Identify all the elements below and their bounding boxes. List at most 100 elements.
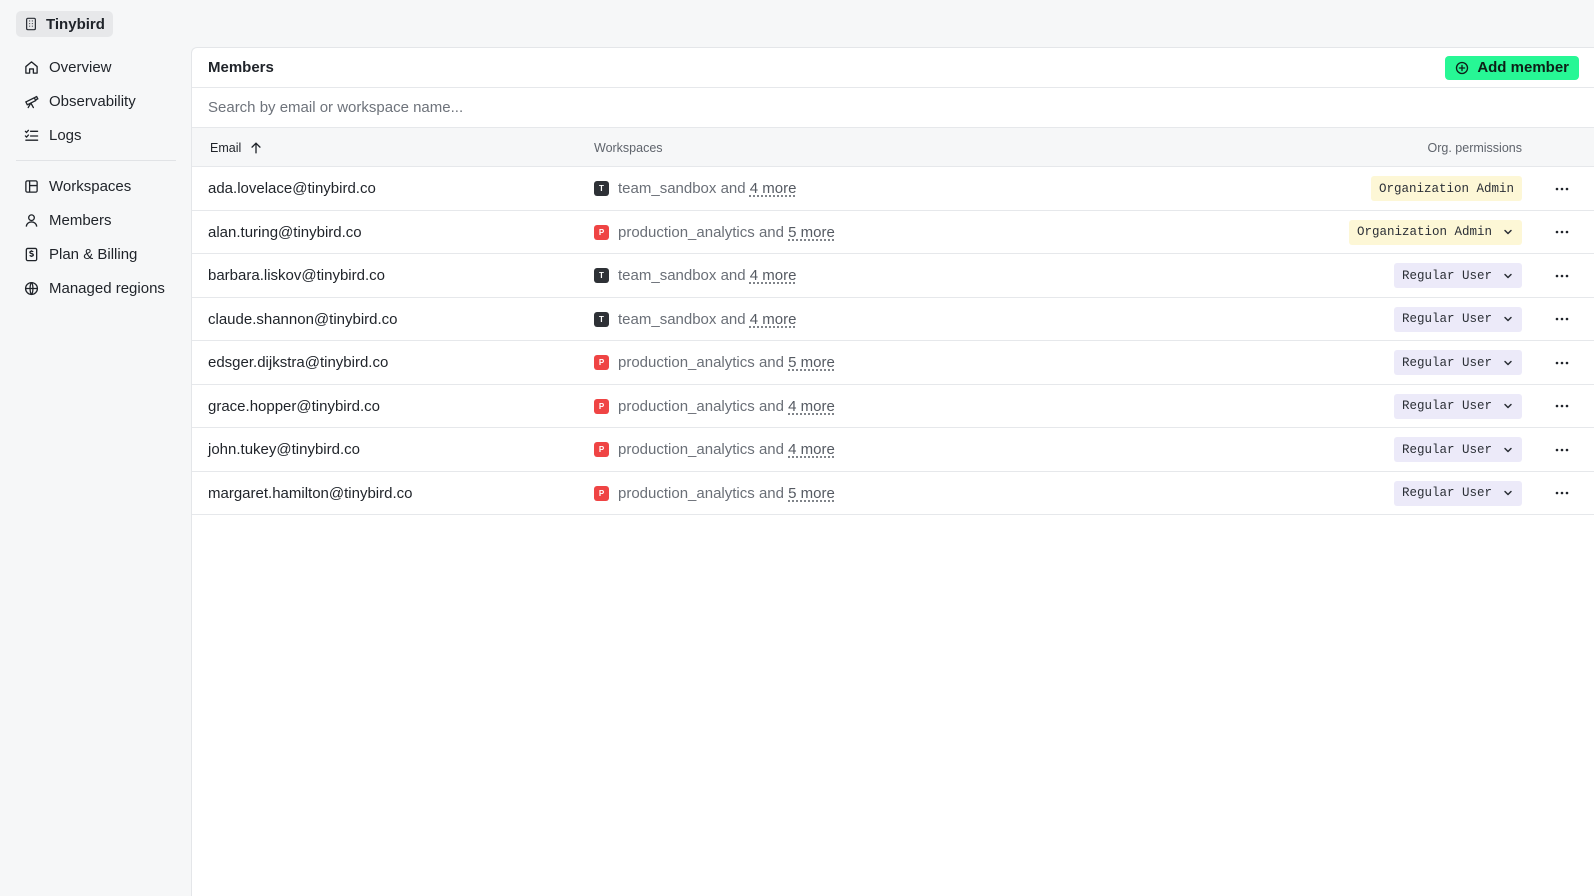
column-header-label: Workspaces bbox=[594, 140, 663, 155]
row-actions-button[interactable] bbox=[1550, 472, 1574, 515]
workspace-avatar: T bbox=[594, 268, 609, 283]
permission-select[interactable]: Regular User bbox=[1393, 306, 1522, 332]
workspace-name: production_analytics bbox=[618, 354, 755, 371]
member-permission-cell: Regular User bbox=[1393, 472, 1522, 515]
workspace-avatar: P bbox=[594, 224, 609, 240]
sidebar: Overview Observability Logs Workspaces M… bbox=[16, 51, 176, 306]
members-panel: Members Add member Email Workspaces Org.… bbox=[191, 47, 1594, 896]
workspace-conjunction: and bbox=[758, 441, 784, 458]
billing-icon bbox=[25, 247, 38, 261]
workspace-conjunction: and bbox=[720, 267, 746, 284]
building-icon bbox=[26, 17, 36, 31]
sidebar-item-label: Managed regions bbox=[49, 279, 165, 297]
workspace-conjunction: and bbox=[758, 354, 784, 371]
sidebar-item-logs[interactable]: Logs bbox=[16, 119, 176, 151]
more-horizontal-icon bbox=[1555, 187, 1569, 190]
permission-select[interactable]: Organization Admin bbox=[1348, 219, 1522, 245]
member-workspaces: P production_analytics and 5 more bbox=[594, 211, 835, 254]
permission-select[interactable]: Regular User bbox=[1393, 437, 1522, 462]
plus-circle-icon bbox=[1456, 61, 1469, 74]
workspace-conjunction: and bbox=[720, 180, 746, 197]
workspace-name: team_sandbox bbox=[618, 310, 717, 328]
workspace-avatar: P bbox=[594, 485, 609, 501]
workspace-more-link[interactable]: 4 more bbox=[750, 311, 797, 328]
table-header: Email Workspaces Org. permissions bbox=[192, 128, 1594, 167]
workspace-conjunction: and bbox=[758, 484, 784, 502]
chevron-down-icon bbox=[1504, 316, 1512, 322]
sidebar-item-label: Logs bbox=[49, 126, 82, 144]
member-workspaces: P production_analytics and 4 more bbox=[594, 428, 835, 471]
more-horizontal-icon bbox=[1555, 404, 1569, 408]
row-actions-button[interactable] bbox=[1550, 341, 1574, 384]
workspace-summary: production_analytics and 5 more bbox=[618, 224, 835, 241]
member-permission-cell: Regular User bbox=[1393, 428, 1522, 471]
workspace-summary: team_sandbox and 4 more bbox=[618, 311, 796, 328]
row-actions-button[interactable] bbox=[1550, 385, 1574, 428]
sidebar-item-label: Plan & Billing bbox=[49, 245, 138, 263]
row-actions-button[interactable] bbox=[1550, 211, 1574, 254]
workspace-more-link[interactable]: 4 more bbox=[788, 398, 835, 415]
workspace-more-link[interactable]: 4 more bbox=[788, 441, 835, 458]
workspace-more-link[interactable]: 4 more bbox=[750, 267, 797, 284]
sidebar-item-label: Members bbox=[49, 211, 112, 229]
home-icon bbox=[25, 60, 38, 74]
more-horizontal-icon bbox=[1555, 491, 1569, 495]
more-horizontal-icon bbox=[1555, 230, 1569, 234]
row-actions-button[interactable] bbox=[1550, 428, 1574, 471]
permission-select[interactable]: Regular User bbox=[1393, 263, 1522, 288]
permission-select: Organization Admin bbox=[1370, 176, 1522, 201]
row-actions-button[interactable] bbox=[1550, 167, 1574, 210]
workspace-name: production_analytics bbox=[618, 441, 755, 458]
sort-ascending-icon bbox=[251, 142, 261, 153]
add-member-button[interactable]: Add member bbox=[1445, 55, 1579, 80]
permission-select[interactable]: Regular User bbox=[1393, 480, 1522, 506]
table-row: edsger.dijkstra@tinybird.co P production… bbox=[192, 341, 1594, 385]
workspace-more-link[interactable]: 5 more bbox=[788, 354, 835, 371]
org-switcher[interactable]: Tinybird bbox=[16, 11, 113, 37]
sidebar-item-observability[interactable]: Observability bbox=[16, 85, 176, 117]
search-input[interactable] bbox=[208, 99, 1578, 116]
sidebar-item-members[interactable]: Members bbox=[16, 204, 176, 236]
add-member-label: Add member bbox=[1477, 59, 1569, 76]
permission-label: Regular User bbox=[1401, 486, 1492, 500]
row-actions-button[interactable] bbox=[1550, 254, 1574, 297]
permission-select[interactable]: Regular User bbox=[1393, 393, 1522, 419]
workspace-avatar: P bbox=[594, 398, 609, 414]
sidebar-item-plan-billing[interactable]: Plan & Billing bbox=[16, 238, 176, 270]
sidebar-item-workspaces[interactable]: Workspaces bbox=[16, 170, 176, 202]
sidebar-item-overview[interactable]: Overview bbox=[16, 51, 176, 83]
sidebar-item-managed-regions[interactable]: Managed regions bbox=[16, 272, 176, 304]
permission-label: Regular User bbox=[1401, 355, 1492, 370]
workspace-more-link[interactable]: 4 more bbox=[750, 180, 797, 197]
more-horizontal-icon bbox=[1555, 361, 1569, 364]
workspace-more-link[interactable]: 5 more bbox=[788, 485, 835, 502]
workspace-name: production_analytics bbox=[618, 223, 755, 241]
globe-icon bbox=[24, 281, 39, 295]
sidebar-divider bbox=[16, 160, 176, 161]
workspace-more-link[interactable]: 5 more bbox=[788, 224, 835, 241]
permission-select[interactable]: Regular User bbox=[1393, 350, 1522, 375]
chevron-down-icon bbox=[1504, 447, 1512, 452]
table-row: alan.turing@tinybird.co P production_ana… bbox=[192, 211, 1594, 254]
chevron-down-icon bbox=[1504, 403, 1512, 409]
table-row: ada.lovelace@tinybird.co T team_sandbox … bbox=[192, 167, 1594, 211]
workspace-conjunction: and bbox=[758, 397, 784, 415]
workspace-avatar: T bbox=[594, 311, 609, 327]
sidebar-item-label: Overview bbox=[49, 58, 112, 76]
org-name: Tinybird bbox=[46, 15, 105, 33]
member-email: edsger.dijkstra@tinybird.co bbox=[208, 354, 389, 371]
column-header-email[interactable]: Email bbox=[210, 128, 263, 167]
table-row: john.tukey@tinybird.co P production_anal… bbox=[192, 428, 1594, 472]
member-permission-cell: Regular User bbox=[1393, 254, 1522, 297]
workspaces-icon bbox=[25, 179, 38, 193]
chevron-down-icon bbox=[1504, 229, 1512, 235]
permission-label: Regular User bbox=[1401, 312, 1492, 326]
member-email: margaret.hamilton@tinybird.co bbox=[208, 484, 413, 502]
workspace-name: production_analytics bbox=[618, 397, 755, 415]
workspace-conjunction: and bbox=[758, 223, 784, 241]
workspace-summary: production_analytics and 5 more bbox=[618, 354, 835, 371]
member-email: grace.hopper@tinybird.co bbox=[208, 397, 380, 415]
workspace-conjunction: and bbox=[720, 310, 746, 328]
row-actions-button[interactable] bbox=[1550, 298, 1574, 341]
more-horizontal-icon bbox=[1555, 448, 1569, 451]
